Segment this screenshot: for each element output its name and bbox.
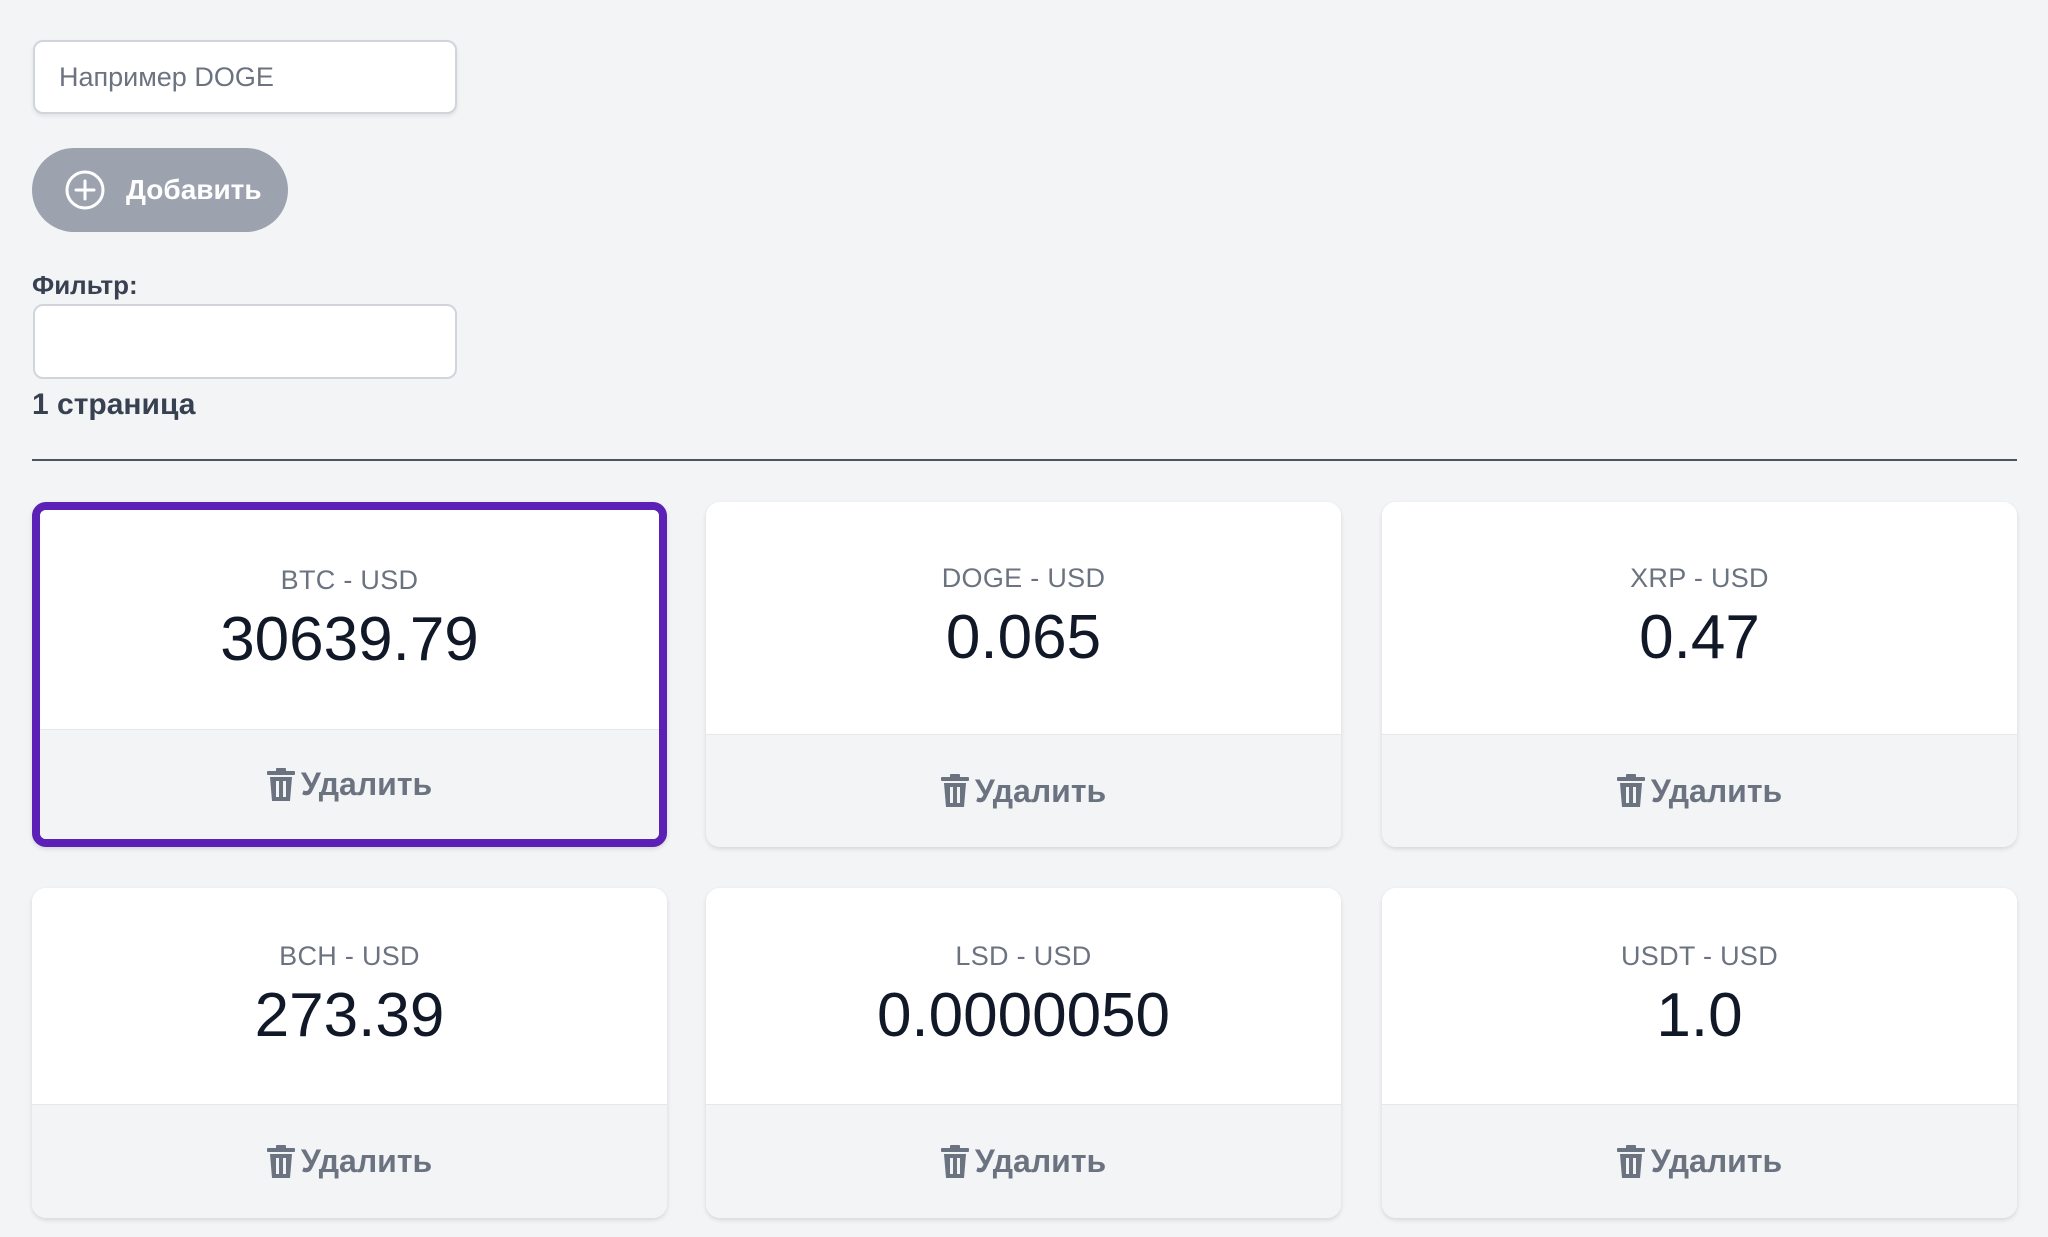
- ticker-card[interactable]: BTC - USD 30639.79 Удалить: [32, 502, 667, 847]
- ticker-card-body: XRP - USD 0.47: [1382, 502, 2017, 735]
- delete-label: Удалить: [1650, 1143, 1783, 1179]
- trash-icon: [266, 1144, 295, 1178]
- ticker-card-body: DOGE - USD 0.065: [706, 502, 1341, 735]
- delete-button[interactable]: Удалить: [1382, 735, 2017, 847]
- ticker-price: 0.0000050: [876, 981, 1171, 1050]
- ticker-price: 0.065: [945, 603, 1102, 672]
- ticker-card[interactable]: USDT - USD 1.0 Удалить: [1382, 888, 2017, 1218]
- ticker-card-body: LSD - USD 0.0000050: [706, 888, 1341, 1105]
- ticker-card[interactable]: DOGE - USD 0.065 Удалить: [706, 502, 1341, 847]
- delete-label: Удалить: [300, 1143, 433, 1179]
- ticker-card[interactable]: LSD - USD 0.0000050 Удалить: [706, 888, 1341, 1218]
- delete-label: Удалить: [1650, 772, 1783, 809]
- trash-icon: [940, 1144, 969, 1178]
- ticker-price: 1.0: [1656, 981, 1743, 1050]
- ticker-pair: BCH - USD: [279, 941, 420, 971]
- add-button-label: Добавить: [126, 174, 262, 205]
- divider: [32, 459, 2017, 461]
- trash-icon: [1616, 774, 1645, 807]
- trash-icon: [1616, 1144, 1645, 1178]
- filter-label: Фильтр:: [32, 270, 138, 300]
- ticker-price: 30639.79: [220, 604, 479, 674]
- trash-icon: [940, 774, 969, 807]
- delete-button[interactable]: Удалить: [706, 1105, 1341, 1218]
- delete-label: Удалить: [300, 766, 433, 802]
- delete-button[interactable]: Удалить: [1382, 1105, 2017, 1218]
- delete-label: Удалить: [974, 772, 1107, 809]
- delete-button[interactable]: Удалить: [706, 735, 1341, 847]
- filter-input[interactable]: [33, 304, 457, 379]
- ticker-price: 273.39: [254, 981, 445, 1050]
- ticker-input[interactable]: [33, 40, 457, 114]
- delete-label: Удалить: [974, 1143, 1107, 1179]
- ticker-card-body: BTC - USD 30639.79: [40, 510, 659, 730]
- ticker-pair: LSD - USD: [955, 941, 1092, 971]
- plus-circle-icon: [65, 170, 105, 210]
- page-indicator: 1 страница: [32, 388, 196, 421]
- ticker-pair: DOGE - USD: [941, 563, 1106, 593]
- ticker-pair: BTC - USD: [280, 564, 419, 595]
- page: Добавить Фильтр: 1 страница BTC - USD 30…: [0, 0, 2048, 1237]
- trash-icon: [266, 767, 295, 801]
- ticker-card-body: USDT - USD 1.0: [1382, 888, 2017, 1105]
- delete-button[interactable]: Удалить: [40, 730, 659, 839]
- ticker-pair: XRP - USD: [1630, 563, 1769, 593]
- ticker-price: 0.47: [1639, 603, 1760, 672]
- ticker-card[interactable]: BCH - USD 273.39 Удалить: [32, 888, 667, 1218]
- add-button[interactable]: Добавить: [32, 148, 288, 232]
- ticker-pair: USDT - USD: [1620, 941, 1778, 971]
- delete-button[interactable]: Удалить: [32, 1105, 667, 1218]
- ticker-card[interactable]: XRP - USD 0.47 Удалить: [1382, 502, 2017, 847]
- ticker-card-body: BCH - USD 273.39: [32, 888, 667, 1105]
